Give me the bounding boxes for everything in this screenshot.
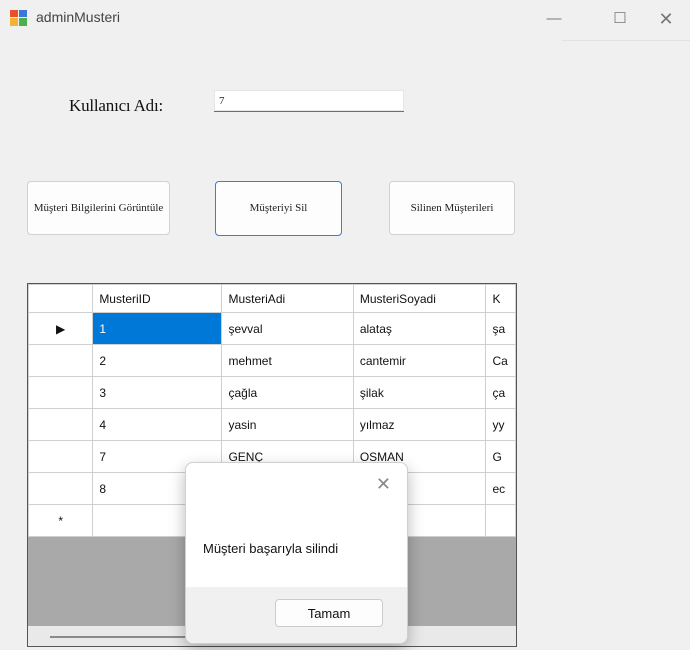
grid-cell[interactable] [485,504,516,537]
dialog-footer: Tamam [186,587,407,643]
column-header-musterisoyadi[interactable]: MusteriSoyadi [352,284,487,313]
grid-cell[interactable]: 1 [92,312,223,345]
message-box: ✕ Müşteri başarıyla silindi Tamam [185,462,408,644]
grid-cell[interactable]: yasin [221,408,354,441]
maximize-button[interactable]: ☐ [596,0,644,38]
deleted-customers-button[interactable]: Silinen Müşterileri [389,181,515,235]
grid-cell[interactable]: G [485,440,516,473]
grid-cell[interactable]: 2 [92,344,223,377]
row-indicator-icon[interactable]: ▶ [28,312,94,345]
column-header-partial[interactable]: K [485,284,516,313]
title-bar: adminMusteri — ☐ ✕ [0,0,690,40]
grid-cell[interactable]: şevval [221,312,354,345]
table-row[interactable]: 4 yasin yılmaz yy [28,408,516,441]
grid-cell[interactable]: şilak [352,376,487,409]
ok-button[interactable]: Tamam [275,599,383,627]
grid-cell[interactable]: yılmaz [352,408,487,441]
grid-cell[interactable]: alataş [352,312,487,345]
app-icon [10,10,27,26]
scrollbar-thumb[interactable] [50,636,200,638]
grid-cell[interactable]: Ca [485,344,516,377]
grid-cell[interactable]: mehmet [221,344,354,377]
column-header-musteriid[interactable]: MusteriID [92,284,223,313]
grid-cell[interactable]: ec [485,472,516,505]
row-header[interactable] [28,440,94,473]
table-row[interactable]: ▶ 1 şevval alataş şa [28,312,516,345]
grid-cell[interactable]: çağla [221,376,354,409]
grid-cell[interactable]: 3 [92,376,223,409]
grid-cell[interactable]: ça [485,376,516,409]
dialog-message: Müşteri başarıyla silindi [203,541,339,556]
table-row[interactable]: 2 mehmet cantemir Ca [28,344,516,377]
window-title: adminMusteri [36,9,121,25]
username-input[interactable] [214,90,404,112]
grid-header-row: MusteriID MusteriAdi MusteriSoyadi K [28,284,516,313]
row-header[interactable] [28,472,94,505]
row-header[interactable] [28,344,94,377]
username-label: Kullanıcı Adı: [69,96,163,115]
column-header-musteriadi[interactable]: MusteriAdi [221,284,354,313]
new-row-icon[interactable]: * [28,504,94,537]
title-divider [562,40,690,41]
grid-corner-header[interactable] [28,284,94,313]
row-header[interactable] [28,408,94,441]
grid-cell[interactable]: cantemir [352,344,487,377]
grid-cell[interactable]: 4 [92,408,223,441]
view-customers-button[interactable]: Müşteri Bilgilerini Görüntüle [27,181,170,235]
dialog-close-icon[interactable]: ✕ [376,475,391,493]
close-button[interactable]: ✕ [642,0,690,38]
row-header[interactable] [28,376,94,409]
delete-customer-button[interactable]: Müşteriyi Sil [215,181,342,236]
minimize-button[interactable]: — [530,0,578,38]
table-row[interactable]: 3 çağla şilak ça [28,376,516,409]
grid-cell[interactable]: yy [485,408,516,441]
grid-cell[interactable]: şa [485,312,516,345]
